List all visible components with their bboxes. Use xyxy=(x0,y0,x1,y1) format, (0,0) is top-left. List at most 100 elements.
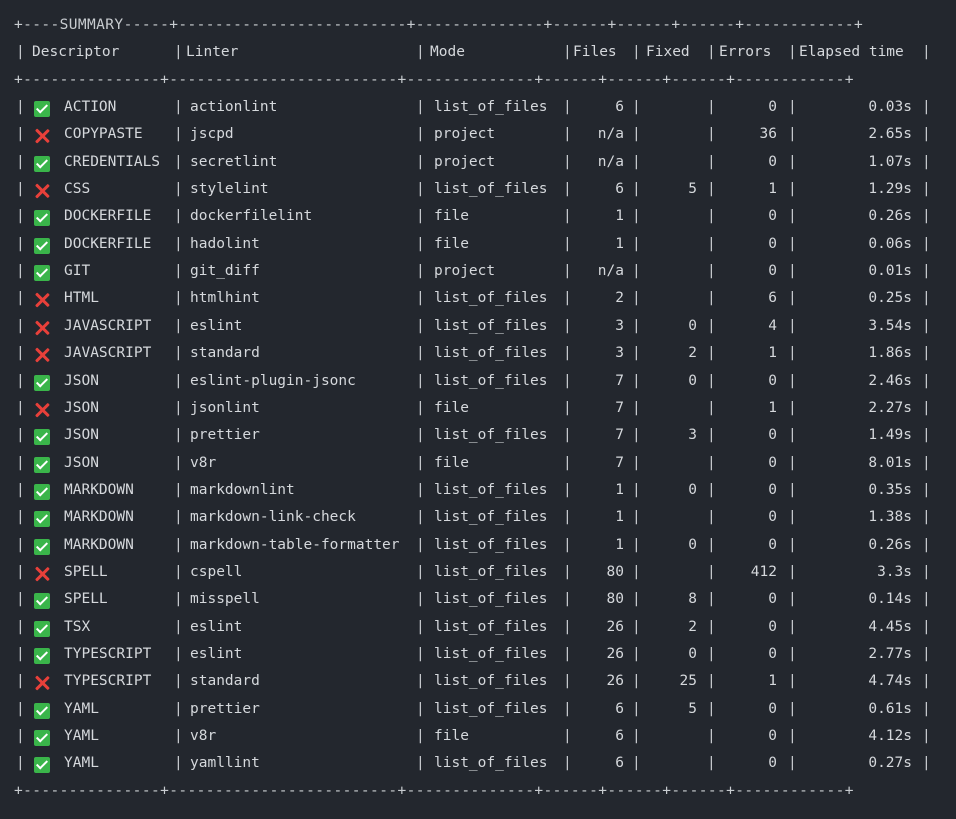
cell-errors: 0 xyxy=(768,454,777,471)
cell-descriptor: JSON xyxy=(64,372,99,389)
cell-elapsed-time: 2.77s xyxy=(868,646,912,662)
table-row: | | | | | | | | DOCKERFILE dockerfilelint file 1 0 0.… xyxy=(0,208,956,235)
cell-errors: 36 xyxy=(759,126,777,143)
column-separator: | xyxy=(788,290,797,307)
column-separator: | xyxy=(707,345,716,362)
cell-descriptor: YAML xyxy=(64,755,99,772)
cell-files: 80 xyxy=(606,563,624,580)
column-separator: | xyxy=(16,290,25,307)
cell-elapsed-time: 0.06s xyxy=(868,235,912,252)
cell-mode: list_of_files xyxy=(434,591,548,608)
column-separator: | xyxy=(707,263,716,280)
column-separator: | xyxy=(632,536,641,553)
column-separator: | xyxy=(922,509,931,526)
cross-mark-icon xyxy=(34,675,50,691)
column-separator: | xyxy=(174,372,183,389)
cell-linter: v8r xyxy=(190,728,217,745)
cell-errors: 1 xyxy=(768,345,777,362)
cell-files: 1 xyxy=(615,509,624,526)
column-separator: | xyxy=(563,153,572,170)
table-top-border: +----SUMMARY-----+----------------------… xyxy=(14,17,864,33)
table-row: | | | | | | | | JAVASCRIPT standard list_of_files 3… xyxy=(0,345,956,372)
cell-errors: 0 xyxy=(768,372,777,389)
cell-mode: file xyxy=(434,235,469,252)
cell-files: 3 xyxy=(615,317,624,334)
cell-fixed: 8 xyxy=(688,591,697,608)
header-elapsed-time: Elapsed time xyxy=(799,44,904,60)
table-row: | | | | | | | | MARKDOWN markdown-link-check list_… xyxy=(0,509,956,536)
cell-mode: file xyxy=(434,399,469,416)
column-separator: | xyxy=(707,317,716,334)
column-separator: | xyxy=(416,591,425,608)
cell-linter: markdownlint xyxy=(190,481,295,498)
column-separator: | xyxy=(416,728,425,745)
cell-elapsed-time: 4.74s xyxy=(868,673,912,690)
column-separator: | xyxy=(707,536,716,553)
cell-elapsed-time: 1.29s xyxy=(868,181,912,198)
cell-mode: list_of_files xyxy=(434,673,548,690)
cell-elapsed-time: 0.26s xyxy=(868,208,912,225)
column-separator: | xyxy=(632,99,641,115)
column-separator: | xyxy=(788,646,797,662)
column-separator: | xyxy=(16,153,25,170)
table-row: | | | | | | | | JSON prettier list_of_files 7 3 0 1.49… xyxy=(0,427,956,454)
column-separator: | xyxy=(632,646,641,662)
cell-mode: list_of_files xyxy=(434,372,548,389)
column-separator: | xyxy=(707,646,716,662)
check-mark-icon xyxy=(34,456,50,473)
cell-descriptor: JAVASCRIPT xyxy=(64,345,152,362)
cell-elapsed-time: 0.27s xyxy=(868,755,912,772)
column-separator: | xyxy=(632,372,641,389)
cell-errors: 0 xyxy=(768,618,777,635)
column-separator: | xyxy=(174,673,183,690)
column-separator: | xyxy=(16,673,25,690)
cell-errors: 0 xyxy=(768,700,777,717)
cell-mode: list_of_files xyxy=(434,646,548,662)
table-bottom-border: +---------------+-----------------------… xyxy=(14,783,854,799)
column-separator: | xyxy=(922,126,931,143)
table-row: | | | | | | | | YAML v8r file 6 0 4.12s xyxy=(0,728,956,755)
column-separator: | xyxy=(16,263,25,280)
column-separator: | xyxy=(174,235,183,252)
column-separator: | xyxy=(416,372,425,389)
cell-mode: list_of_files xyxy=(434,427,548,444)
column-separator: | xyxy=(788,399,797,416)
column-separator: | xyxy=(16,372,25,389)
cell-fixed: 0 xyxy=(688,536,697,553)
column-separator: | xyxy=(788,591,797,608)
cell-mode: file xyxy=(434,208,469,225)
column-separator: | xyxy=(788,563,797,580)
column-separator: | xyxy=(922,454,931,471)
cell-errors: 0 xyxy=(768,755,777,772)
cell-descriptor: TYPESCRIPT xyxy=(64,673,152,690)
cell-linter: actionlint xyxy=(190,99,278,115)
column-separator: | xyxy=(922,372,931,389)
column-separator: | xyxy=(788,345,797,362)
cell-elapsed-time: 3.54s xyxy=(868,317,912,334)
column-separator: | xyxy=(16,618,25,635)
column-separator: | xyxy=(174,181,183,198)
cell-errors: 0 xyxy=(768,427,777,444)
cell-errors: 0 xyxy=(768,99,777,115)
cross-mark-icon xyxy=(34,402,50,418)
check-mark-icon xyxy=(34,155,50,172)
cell-descriptor: SPELL xyxy=(64,563,108,580)
column-separator: | xyxy=(922,345,931,362)
column-separator: | xyxy=(16,126,25,143)
column-separator: | xyxy=(707,208,716,225)
cell-linter: hadolint xyxy=(190,235,260,252)
column-separator: | xyxy=(922,673,931,690)
column-separator: | xyxy=(416,646,425,662)
column-separator: | xyxy=(416,345,425,362)
column-separator: | xyxy=(174,126,183,143)
cell-errors: 1 xyxy=(768,399,777,416)
cell-linter: markdown-table-formatter xyxy=(190,536,400,553)
cell-errors: 4 xyxy=(768,317,777,334)
header-files: Files xyxy=(573,44,617,60)
cell-elapsed-time: 0.61s xyxy=(868,700,912,717)
cell-linter: eslint xyxy=(190,646,243,662)
cell-linter: v8r xyxy=(190,454,217,471)
table-row: | | | | | | | | MARKDOWN markdown-table-formatter… xyxy=(0,537,956,564)
table-row: | | | | | | | | GIT git_diff project n/a 0 0.01s xyxy=(0,263,956,290)
column-separator: | xyxy=(174,618,183,635)
